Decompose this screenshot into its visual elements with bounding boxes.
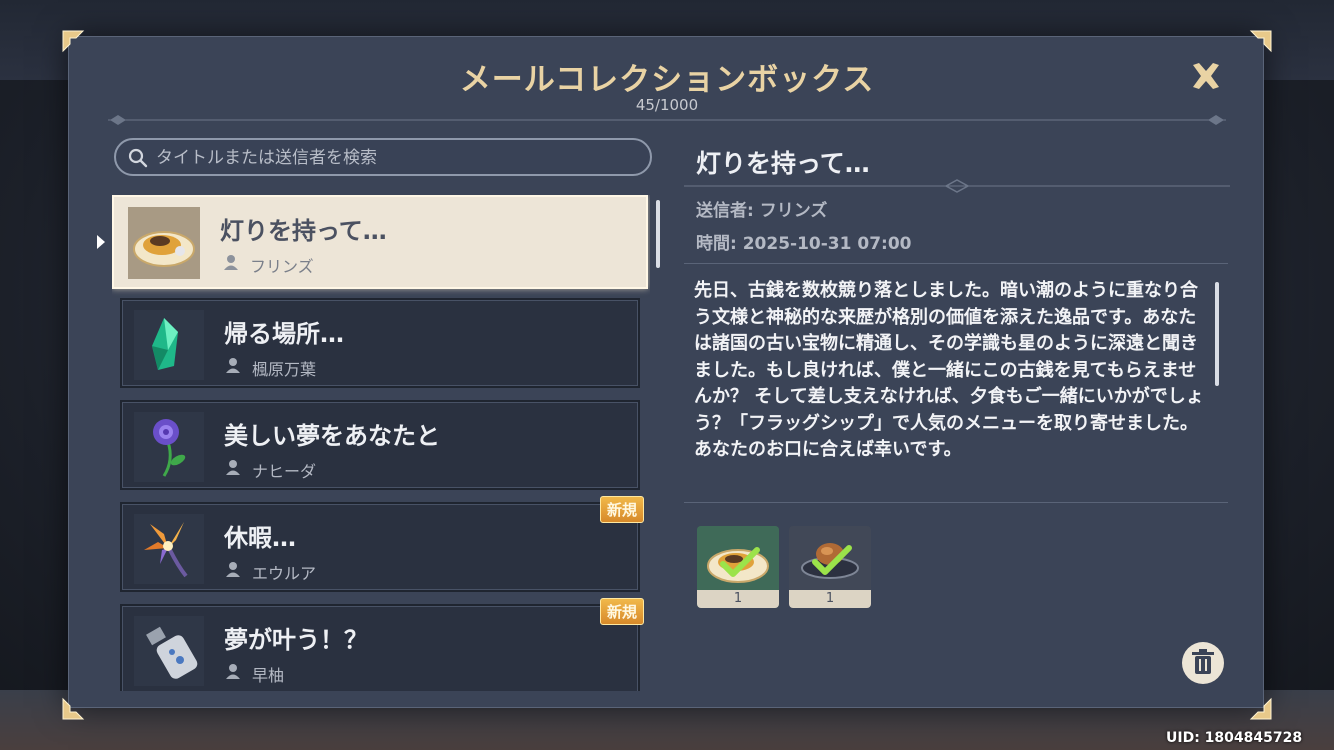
mail-list-item[interactable]: 灯りを持って… フリンズ (112, 195, 648, 289)
detail-divider (684, 178, 1230, 193)
mail-list-item[interactable]: 美しい夢をあなたと ナヒーダ (120, 400, 640, 490)
search-box[interactable] (114, 138, 652, 176)
close-icon (1193, 63, 1219, 89)
spray-can-icon (134, 616, 204, 686)
mail-body-scrollbar[interactable] (1214, 276, 1220, 494)
sender-icon (224, 255, 238, 270)
roast-meat-dish-icon (789, 526, 871, 592)
window-title: メールコレクションボックス (459, 62, 875, 98)
sender-icon (226, 460, 240, 475)
mail-title: 美しい夢をあなたと (224, 422, 440, 450)
mail-sender: エウルア (252, 564, 317, 583)
mail-list-scrollbar[interactable] (654, 196, 662, 684)
purple-rose-icon (134, 412, 204, 482)
new-badge: 新規 (599, 598, 644, 625)
scrollbar-thumb[interactable] (1215, 282, 1219, 386)
title-divider (108, 112, 1226, 126)
reward-item[interactable]: 1 (697, 526, 779, 608)
fried-rice-dish-icon (128, 207, 200, 279)
search-icon (128, 148, 148, 168)
mail-sender: 早柚 (252, 666, 285, 685)
corner-ornament-icon (60, 696, 86, 722)
sender-icon (226, 562, 240, 577)
mail-sender: 楓原万葉 (252, 360, 317, 379)
mail-title: 夢が叶う！？ (224, 626, 368, 654)
mail-title: 休暇… (224, 524, 296, 552)
scrollbar-thumb[interactable] (656, 200, 660, 268)
selection-arrow-icon (97, 235, 105, 249)
reward-quantity: 1 (789, 590, 871, 608)
mail-title: 灯りを持って… (220, 217, 387, 245)
new-badge: 新規 (599, 496, 644, 523)
mail-list-item[interactable]: 夢が叶う！？ 早柚 新規 (120, 598, 644, 691)
search-input[interactable] (154, 144, 638, 172)
corner-ornament-icon (1248, 28, 1274, 54)
green-crystal-icon (134, 310, 204, 380)
mail-list-item[interactable]: 休暇… エウルア 新規 (120, 496, 644, 592)
orange-flower-icon (134, 514, 204, 584)
mail-sender: ナヒーダ (252, 462, 317, 481)
mail-list: 灯りを持って… フリンズ 帰る場所… 楓原万葉 美しい夢をあなたと ナヒーダ 休… (112, 195, 650, 691)
corner-ornament-icon (60, 28, 86, 54)
mail-detail-title: 灯りを持って… (696, 149, 870, 178)
mail-list-item[interactable]: 帰る場所… 楓原万葉 (120, 298, 640, 388)
mail-body-text: 先日、古銭を数枚競り落としました。暗い潮のように重なり合う文様と神秘的な来歴が格… (694, 280, 1204, 460)
reward-item[interactable]: 1 (789, 526, 871, 608)
mail-body-box: 先日、古銭を数枚競り落としました。暗い潮のように重なり合う文様と神秘的な来歴が格… (684, 263, 1228, 503)
mail-sender: フリンズ (250, 257, 314, 276)
delete-button[interactable] (1182, 642, 1224, 684)
mail-title: 帰る場所… (224, 320, 344, 348)
corner-ornament-icon (1248, 696, 1274, 722)
close-button[interactable] (1188, 58, 1224, 94)
player-uid: UID: 1804845728 (1166, 730, 1303, 746)
reward-quantity: 1 (697, 590, 779, 608)
mail-detail-sender: 送信者: フリンズ (696, 201, 828, 221)
fried-rice-dish-icon (697, 526, 779, 592)
sender-icon (226, 358, 240, 373)
sender-icon (226, 664, 240, 679)
mail-detail-time: 時間: 2025-10-31 07:00 (696, 234, 912, 254)
trash-icon (1192, 649, 1214, 674)
